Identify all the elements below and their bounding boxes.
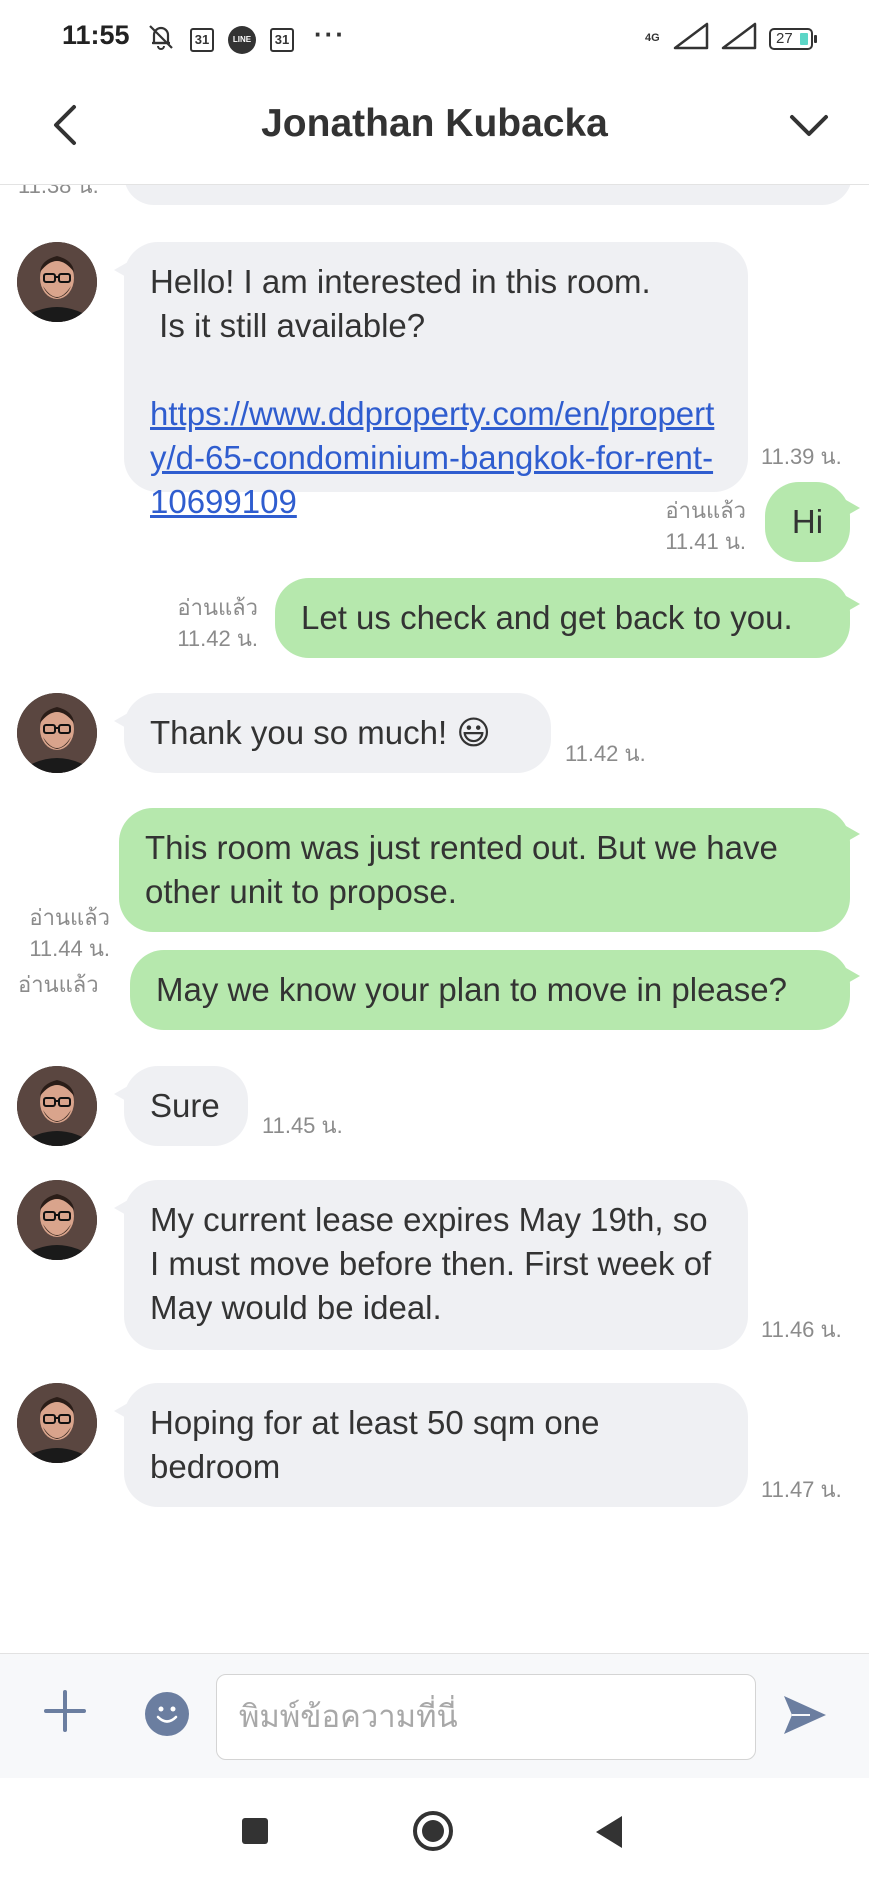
- more-notifications-icon: ···: [314, 19, 346, 49]
- battery-level: 27: [776, 30, 793, 47]
- page-title: Jonathan Kubacka: [261, 102, 608, 145]
- avatar-photo-icon: [17, 1180, 97, 1260]
- message-text: Hello! I am interested in this room.: [150, 263, 651, 300]
- message-time: 11.42 น.: [565, 741, 646, 766]
- message-link[interactable]: https://www.ddproperty.com/en/property/d…: [150, 395, 714, 520]
- network-type-label: 4G: [645, 32, 660, 44]
- message-text: Hi: [791, 503, 824, 540]
- chat-header: Jonathan Kubacka: [0, 76, 869, 185]
- home-button[interactable]: [413, 1811, 453, 1851]
- message-time: 11.47 น.: [761, 1477, 842, 1502]
- message-text: Sure: [150, 1087, 220, 1124]
- message-text: Is it still available?: [150, 307, 426, 344]
- avatar[interactable]: [17, 693, 97, 773]
- avatar-photo-icon: [17, 1383, 97, 1463]
- message-time: 11.45 น.: [262, 1113, 343, 1138]
- status-bar: 11:55 31 LINE 31 ··· 4G 27: [0, 0, 869, 76]
- message-bubble-partial[interactable]: [124, 185, 852, 205]
- signal-icon: [673, 22, 709, 55]
- message-time: 11.42 น.: [177, 626, 258, 651]
- menu-toggle-button[interactable]: [783, 100, 835, 152]
- status-time: 11:55: [62, 20, 130, 50]
- send-button[interactable]: [780, 1690, 830, 1740]
- message-composer: [0, 1653, 869, 1779]
- message-text: May we know your plan to move in please?: [156, 971, 787, 1008]
- message-text: This room was just rented out. But we ha…: [145, 829, 778, 910]
- message-bubble[interactable]: Sure: [114, 1066, 248, 1146]
- send-icon: [784, 1696, 826, 1734]
- status-system-icons: 4G 27: [645, 22, 817, 55]
- message-bubble[interactable]: Hoping for at least 50 sqm one bedroom: [114, 1383, 748, 1507]
- message-bubble[interactable]: Let us check and get back to you.: [275, 578, 860, 658]
- bell-off-icon: [146, 22, 176, 57]
- chevron-down-icon: [790, 115, 828, 136]
- message-time: 11.41 น.: [665, 529, 746, 554]
- message-time: 11.38 น.: [18, 185, 99, 198]
- avatar[interactable]: [17, 1383, 97, 1463]
- system-back-button[interactable]: [596, 1816, 622, 1848]
- recent-apps-button[interactable]: [242, 1818, 268, 1844]
- read-status: อ่านแล้ว: [18, 972, 99, 997]
- message-text: Hoping for at least 50 sqm one bedroom: [150, 1404, 600, 1485]
- read-status: อ่านแล้ว: [29, 905, 110, 930]
- add-attachment-button[interactable]: [40, 1686, 90, 1736]
- chat-messages[interactable]: 11.38 น. Hello! I am interested in this …: [0, 185, 869, 1653]
- avatar-photo-icon: [17, 242, 97, 322]
- message-text: My current lease expires May 19th, so I …: [150, 1201, 712, 1326]
- message-bubble[interactable]: This room was just rented out. But we ha…: [119, 808, 860, 932]
- battery-icon: 27: [769, 27, 817, 50]
- message-text: Thank you so much! 😃: [150, 714, 491, 751]
- message-bubble[interactable]: Hello! I am interested in this room. Is …: [114, 242, 748, 520]
- message-text: Let us check and get back to you.: [301, 599, 793, 636]
- avatar-photo-icon: [17, 1066, 97, 1146]
- message-time: 11.44 น.: [29, 936, 110, 961]
- line-app-icon: LINE: [228, 25, 256, 54]
- smiley-icon: [156, 1706, 178, 1723]
- system-navigation-bar: [0, 1778, 869, 1883]
- calendar-icon: 31: [190, 27, 214, 52]
- avatar[interactable]: [17, 242, 97, 322]
- emoji-button[interactable]: [145, 1692, 189, 1736]
- message-time: 11.39 น.: [761, 444, 842, 469]
- avatar[interactable]: [17, 1066, 97, 1146]
- message-bubble[interactable]: My current lease expires May 19th, so I …: [114, 1180, 748, 1350]
- read-status: อ่านแล้ว: [665, 498, 746, 523]
- plus-icon: [44, 1690, 86, 1732]
- message-bubble[interactable]: Thank you so much! 😃: [114, 693, 551, 773]
- avatar[interactable]: [17, 1180, 97, 1260]
- calendar-icon: 31: [270, 27, 294, 52]
- avatar-photo-icon: [17, 693, 97, 773]
- message-input[interactable]: [216, 1674, 756, 1760]
- message-time: 11.46 น.: [761, 1317, 842, 1342]
- status-notification-icons: 31 LINE 31 ···: [146, 19, 346, 57]
- signal-icon: [721, 22, 757, 55]
- message-bubble[interactable]: May we know your plan to move in please?: [130, 950, 860, 1030]
- message-bubble[interactable]: Hi: [765, 482, 860, 562]
- read-status: อ่านแล้ว: [177, 595, 258, 620]
